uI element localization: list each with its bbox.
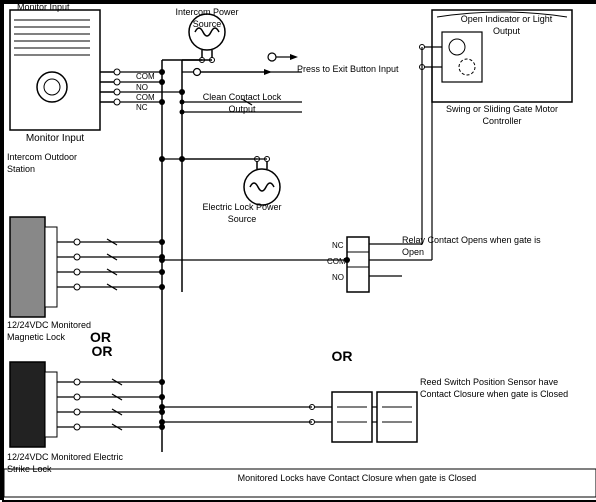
electric-strike-text: 12/24VDC Monitored Electric Strike Lock <box>7 452 123 474</box>
monitor-input-label: Monitor Input <box>10 132 100 145</box>
intercom-power-label: Intercom Power Source <box>172 7 242 30</box>
svg-text:COM: COM <box>136 93 155 102</box>
svg-text:COM: COM <box>136 72 155 81</box>
monitored-locks-label: Monitored Locks have Contact Closure whe… <box>167 473 547 485</box>
clean-contact-label: Clean Contact Lock Output <box>197 92 287 115</box>
open-indicator-label: Open Indicator or Light Output <box>449 14 564 37</box>
svg-text:NO: NO <box>332 273 344 282</box>
electric-strike-label: 12/24VDC Monitored Electric Strike Lock <box>7 452 147 475</box>
or-middle-label: OR <box>77 342 127 360</box>
svg-text:COM: COM <box>327 257 346 266</box>
or-right-text: OR <box>332 348 353 364</box>
electric-lock-power-label: Electric Lock Power Source <box>197 202 287 225</box>
magnetic-lock-label: 12/24VDC Monitored Magnetic Lock <box>7 320 127 343</box>
electric-lock-power-text: Electric Lock Power Source <box>202 202 281 224</box>
press-to-exit-text: Press to Exit Button Input <box>297 64 399 74</box>
monitored-locks-text: Monitored Locks have Contact Closure whe… <box>238 473 477 483</box>
or-right-label: OR <box>312 347 372 365</box>
magnetic-lock-text: 12/24VDC Monitored Magnetic Lock <box>7 320 91 342</box>
intercom-outdoor-text: Intercom Outdoor Station <box>7 152 77 174</box>
relay-contact-text: Relay Contact Opens when gate is Open <box>402 235 541 257</box>
press-to-exit-label: Press to Exit Button Input <box>297 64 427 76</box>
intercom-power-text: Intercom Power Source <box>175 7 238 29</box>
swing-gate-text: Swing or Sliding Gate Motor Controller <box>446 104 558 126</box>
reed-switch-label: Reed Switch Position Sensor have Contact… <box>420 377 575 400</box>
wiring-diagram: Monitor Input COM <box>0 0 596 500</box>
reed-switch-text: Reed Switch Position Sensor have Contact… <box>420 377 568 399</box>
swing-gate-label: Swing or Sliding Gate Motor Controller <box>427 104 577 127</box>
relay-contact-label: Relay Contact Opens when gate is Open <box>402 235 542 258</box>
intercom-outdoor-label: Intercom Outdoor Station <box>7 152 107 175</box>
svg-text:NO: NO <box>136 83 148 92</box>
svg-text:NC: NC <box>136 103 148 112</box>
clean-contact-text: Clean Contact Lock Output <box>203 92 282 114</box>
or-middle-text: OR <box>92 343 113 359</box>
open-indicator-text: Open Indicator or Light Output <box>461 14 553 36</box>
svg-text:NC: NC <box>332 241 344 250</box>
